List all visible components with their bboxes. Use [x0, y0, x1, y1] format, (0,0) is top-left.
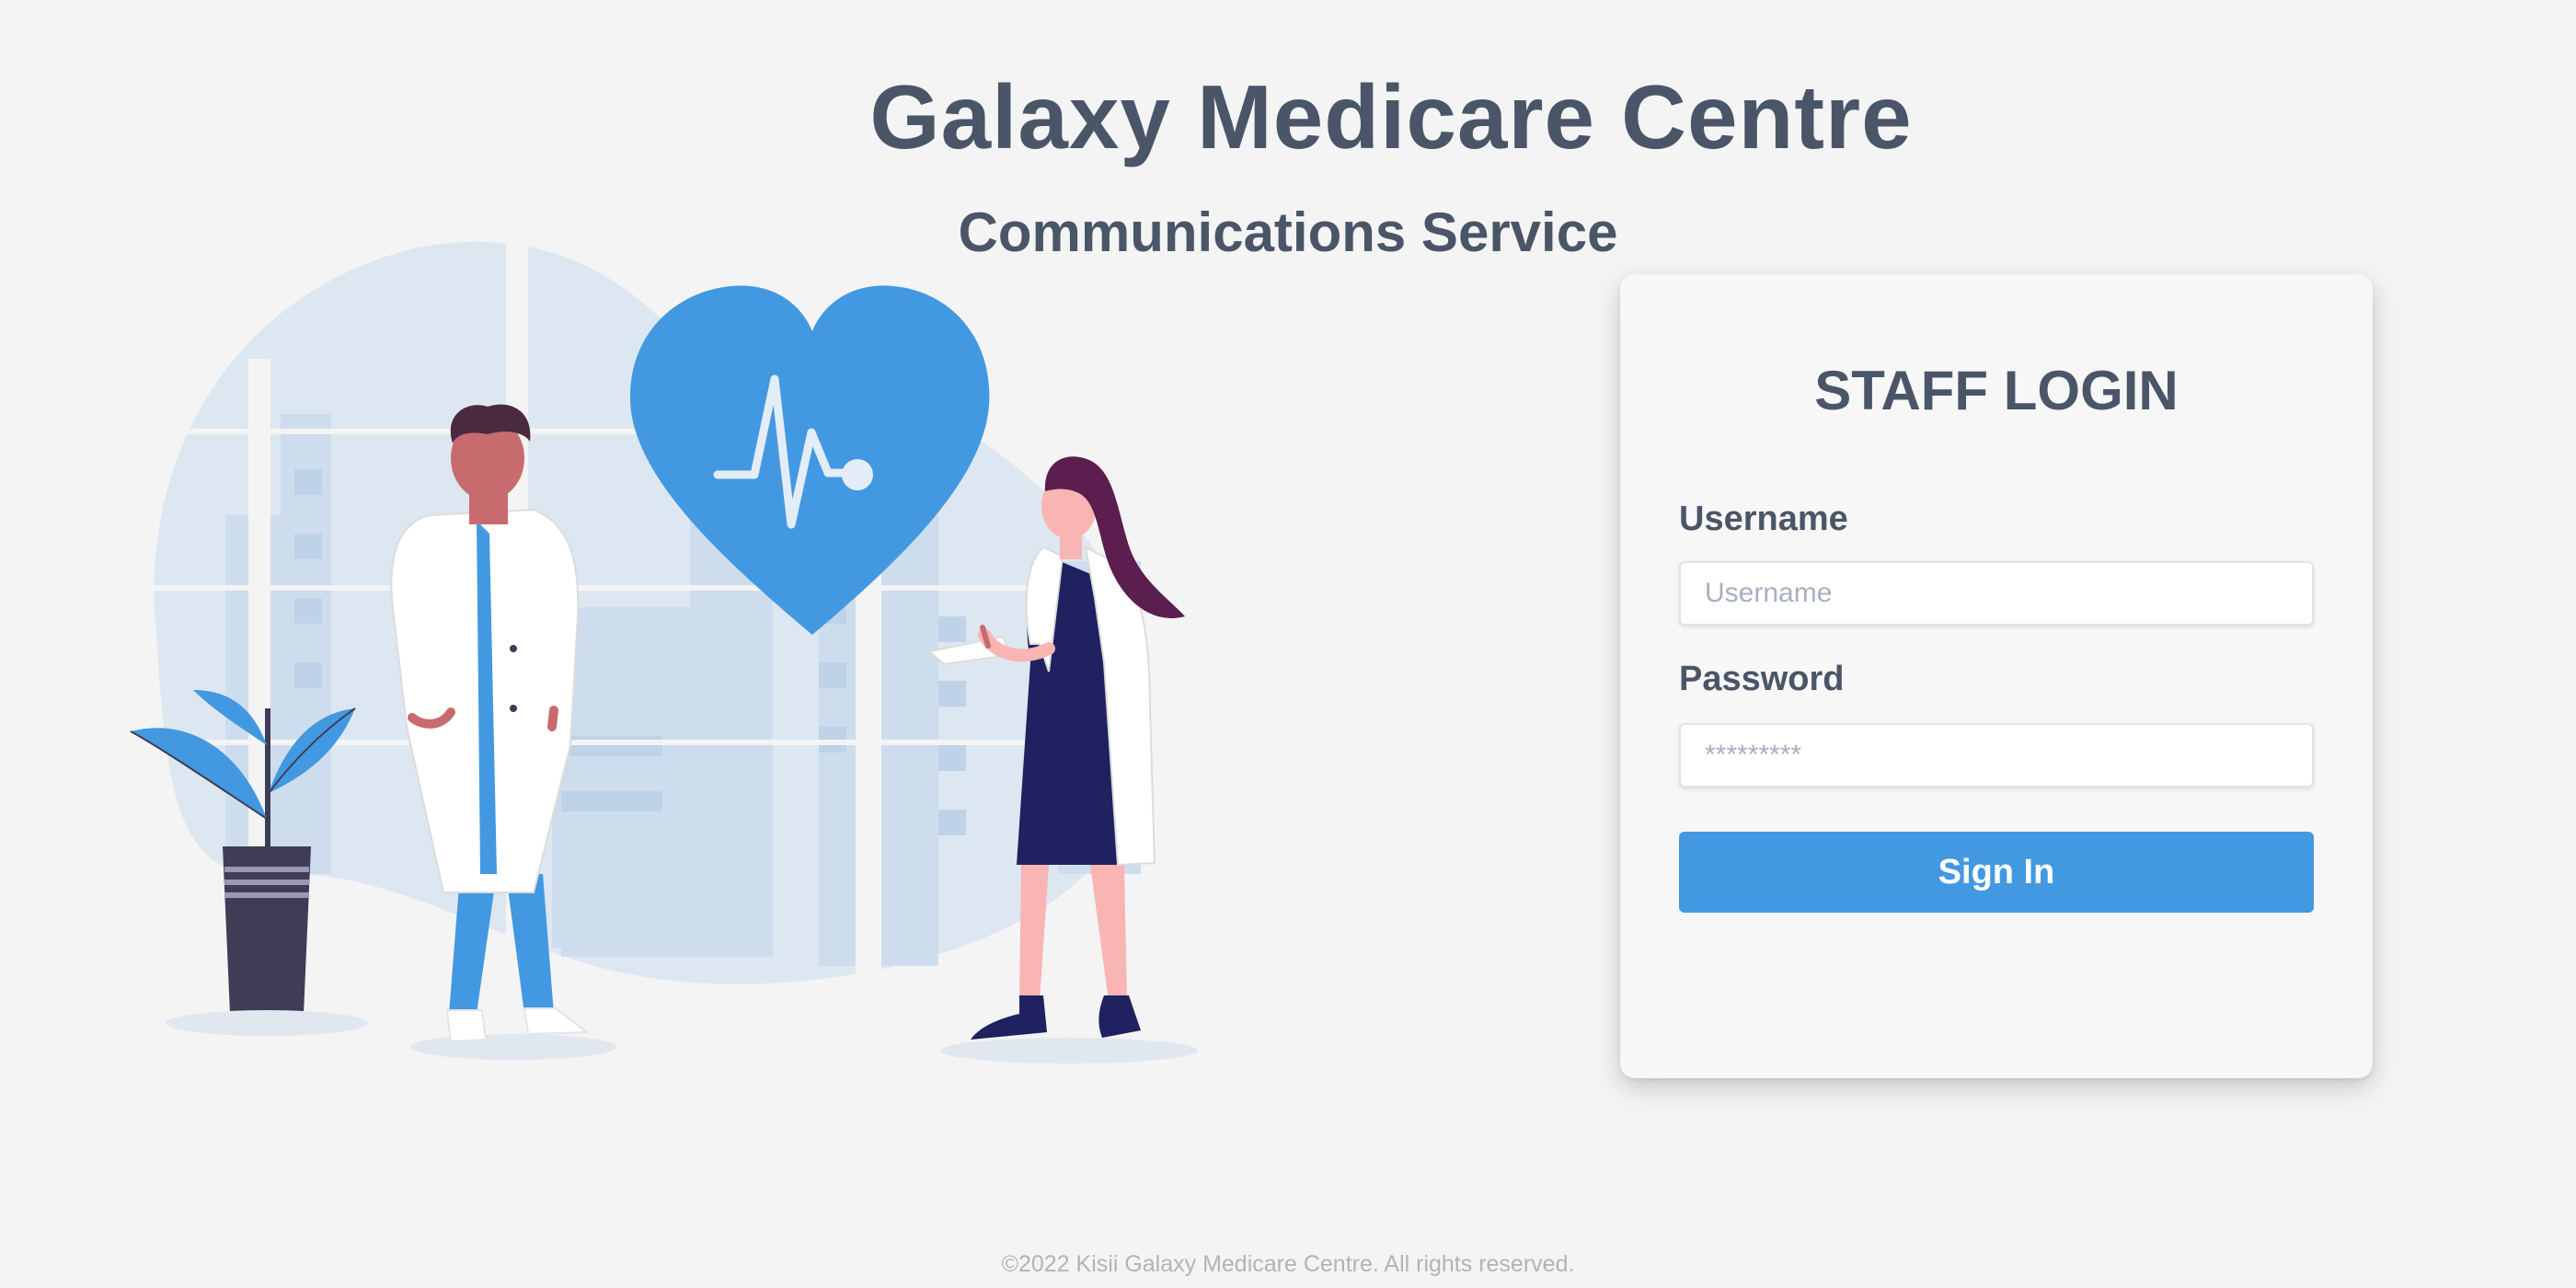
password-input[interactable]: [1679, 723, 2314, 788]
login-heading: STAFF LOGIN: [1814, 360, 2179, 421]
password-label: Password: [1679, 660, 1845, 698]
username-input[interactable]: [1679, 561, 2314, 626]
page-title: Galaxy Medicare Centre: [869, 66, 1913, 167]
sign-in-button[interactable]: Sign In: [1679, 832, 2314, 913]
username-label: Username: [1679, 500, 1848, 538]
footer-copyright: ©2022 Kisii Galaxy Medicare Centre. All …: [1001, 1251, 1575, 1277]
doctors-heart-illustration: [130, 230, 1279, 1064]
staff-login-card: STAFF LOGIN Username Password Sign In: [1620, 274, 2373, 1078]
login-page: Galaxy Medicare Centre Communications Se…: [0, 0, 2576, 1288]
page-subtitle: Communications Service: [958, 201, 1618, 263]
